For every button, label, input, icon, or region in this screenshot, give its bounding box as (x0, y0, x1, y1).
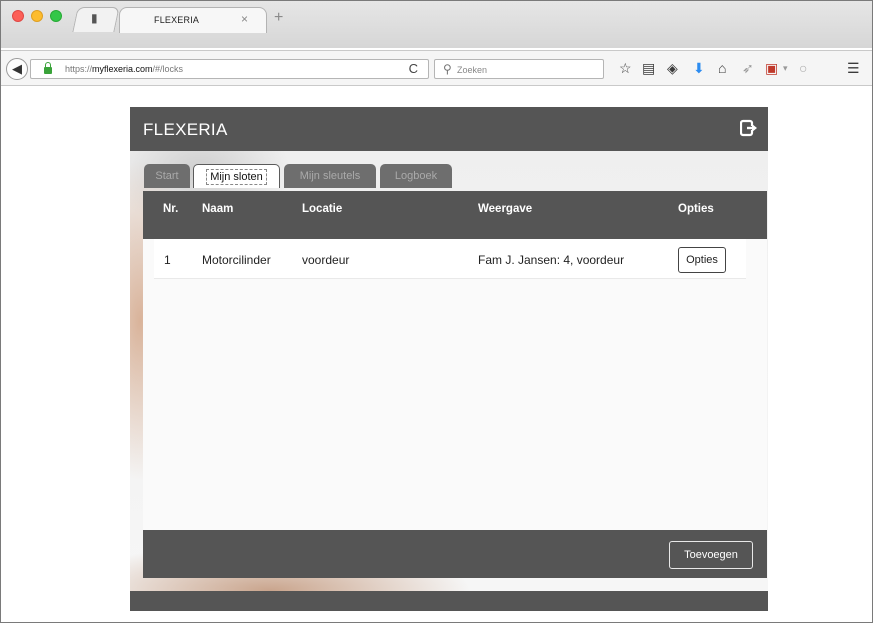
minimize-window-button[interactable] (31, 10, 43, 22)
page-content: FLEXERIA Start Mijn sloten Mijn sleutels… (1, 87, 872, 622)
cell-weergave: Fam J. Jansen: 4, voordeur (478, 253, 625, 267)
reload-icon[interactable]: C (409, 61, 418, 76)
search-bar[interactable]: ⚲ (434, 59, 604, 79)
column-header-locatie: Locatie (302, 203, 343, 215)
cell-locatie: voordeur (302, 253, 350, 267)
table-row: 1 Motorcilinder voordeur Fam J. Jansen: … (154, 239, 746, 279)
opties-button[interactable]: Opties (678, 247, 726, 273)
close-window-button[interactable] (12, 10, 24, 22)
app-container: FLEXERIA Start Mijn sloten Mijn sleutels… (130, 107, 768, 611)
tab-strip: ▮ FLEXERIA × + (1, 1, 872, 48)
pinned-tab-icon: ▮ (91, 11, 98, 25)
bookmark-star-icon[interactable]: ☆ (619, 61, 632, 75)
chat-icon[interactable]: ○ (799, 61, 807, 75)
column-header-weergave: Weergave (478, 203, 533, 215)
cell-naam: Motorcilinder (202, 253, 271, 267)
url-text: https://myflexeria.com/#/locks (65, 64, 184, 74)
extension-icon[interactable]: ▣ (765, 61, 778, 75)
search-input[interactable] (457, 63, 597, 77)
close-icon[interactable]: × (241, 12, 248, 26)
locks-table: Nr. Naam Locatie Weergave Opties 1 Motor… (143, 191, 767, 530)
tab-start[interactable]: Start (144, 164, 190, 188)
send-icon[interactable]: ➶ (742, 61, 754, 75)
tab-mijn-sleutels[interactable]: Mijn sleutels (284, 164, 376, 188)
back-button[interactable]: ◀ (6, 58, 28, 80)
home-icon[interactable]: ⌂ (718, 61, 726, 75)
download-icon[interactable]: ⬇ (693, 61, 705, 75)
zoom-window-button[interactable] (50, 10, 62, 22)
hamburger-menu-icon[interactable]: ☰ (847, 61, 860, 75)
pocket-icon[interactable]: ◈ (667, 61, 678, 75)
tab-mijn-sloten[interactable]: Mijn sloten (193, 164, 280, 188)
browser-window: ▮ FLEXERIA × + ◀ https://myflexeria.com/… (0, 0, 873, 623)
brand-title: FLEXERIA (143, 120, 228, 139)
cell-nr: 1 (164, 253, 171, 267)
tab-logboek[interactable]: Logboek (380, 164, 452, 188)
url-bar[interactable]: https://myflexeria.com/#/locks C (30, 59, 429, 79)
navigation-bar: ◀ https://myflexeria.com/#/locks C ⚲ ☆ ▤… (1, 50, 872, 86)
column-header-naam: Naam (202, 203, 234, 215)
browser-tab-title: FLEXERIA (154, 15, 200, 25)
add-lock-button[interactable]: Toevoegen (669, 541, 753, 569)
new-tab-button[interactable]: + (274, 9, 283, 27)
browser-tab[interactable]: FLEXERIA × (119, 7, 267, 33)
column-header-nr: Nr. (163, 203, 179, 215)
app-header: FLEXERIA (130, 107, 768, 151)
table-header: Nr. Naam Locatie Weergave Opties (143, 191, 767, 239)
app-bottom-bar (130, 591, 768, 611)
column-header-opties: Opties (678, 203, 714, 215)
bookmarks-menu-icon[interactable]: ▤ (642, 61, 655, 75)
chevron-down-icon[interactable]: ▾ (783, 61, 788, 75)
back-arrow-icon: ◀ (12, 61, 22, 76)
logout-icon[interactable] (740, 119, 758, 137)
search-icon: ⚲ (443, 62, 452, 76)
lock-icon (44, 62, 52, 74)
table-footer: Toevoegen (143, 530, 767, 578)
